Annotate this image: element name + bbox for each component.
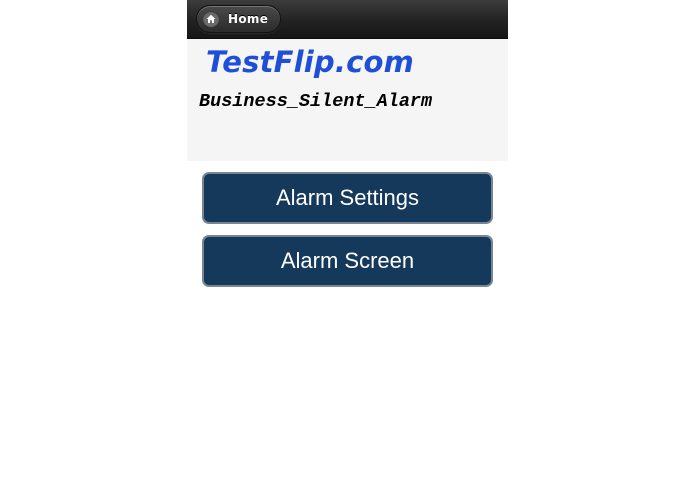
home-button[interactable]: Home xyxy=(196,5,282,33)
home-button-label: Home xyxy=(228,12,269,26)
top-toolbar: Home xyxy=(187,0,508,39)
alarm-settings-button[interactable]: Alarm Settings xyxy=(202,172,493,224)
brand-logo-text: TestFlip.com xyxy=(206,45,415,79)
alarm-settings-label: Alarm Settings xyxy=(275,185,420,210)
header-panel: TestFlip.com Business_Silent_Alarm xyxy=(187,39,508,161)
app-title: Business_Silent_Alarm xyxy=(199,91,433,112)
alarm-screen-label: Alarm Screen xyxy=(280,248,415,273)
app-screen: Home TestFlip.com Business_Silent_Alarm … xyxy=(187,0,508,494)
home-icon xyxy=(203,11,219,27)
alarm-screen-button[interactable]: Alarm Screen xyxy=(202,235,493,287)
